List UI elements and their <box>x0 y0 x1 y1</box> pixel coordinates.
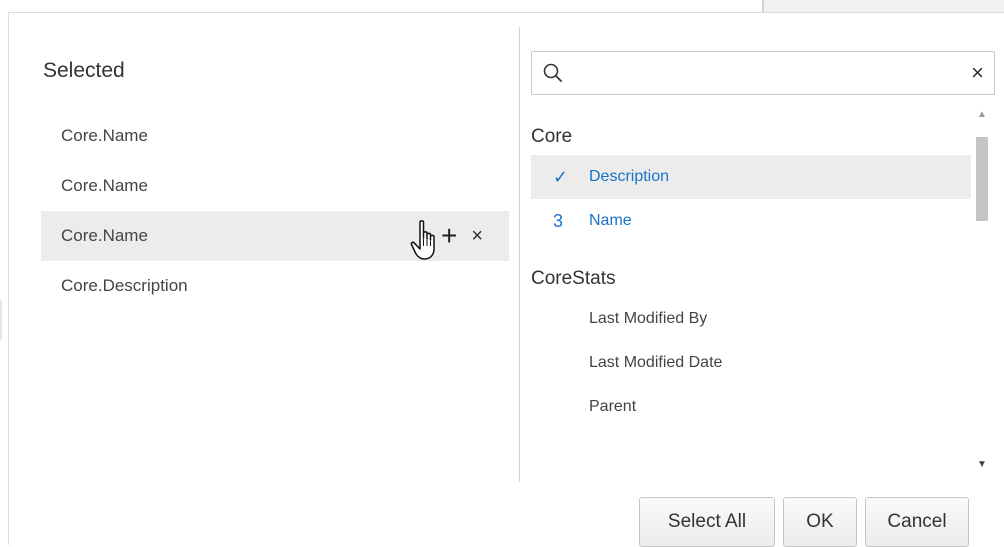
checkmark-icon: ✓ <box>553 167 569 187</box>
available-item[interactable]: ✓ Description <box>531 155 971 199</box>
selected-item-label: Core.Name <box>61 226 148 245</box>
scroll-thumb[interactable] <box>976 137 988 221</box>
available-item[interactable]: Last Modified Date <box>531 341 971 385</box>
scrollbar[interactable]: ▲ ▼ <box>973 109 991 479</box>
scroll-down-arrow-icon[interactable]: ▼ <box>977 459 987 470</box>
available-list: Core ✓ Description 3 Name CoreStats Last… <box>531 107 971 477</box>
selected-list: Core.Name Core.Name Core.Name + × Core.D… <box>41 111 509 311</box>
search-box: × <box>531 51 995 95</box>
remove-icon[interactable]: × <box>471 226 483 246</box>
clear-search-icon[interactable]: × <box>971 60 984 86</box>
selected-item-label: Core.Description <box>61 276 188 295</box>
selected-item-label: Core.Name <box>61 176 148 195</box>
selected-panel: Selected Core.Name Core.Name Core.Name +… <box>19 27 520 482</box>
group-header: CoreStats <box>531 268 616 289</box>
selected-item-actions: + × <box>441 211 483 261</box>
available-item[interactable]: 3 Name <box>531 199 971 243</box>
selected-item[interactable]: Core.Name <box>41 161 509 211</box>
available-item-label: Parent <box>589 398 637 415</box>
group-header: Core <box>531 126 573 147</box>
add-icon[interactable]: + <box>441 222 457 250</box>
dialog-footer: Select All OK Cancel <box>639 497 969 547</box>
available-item-label: Last Modified By <box>589 310 708 327</box>
count-badge: 3 <box>553 211 564 231</box>
available-item-label: Name <box>589 212 632 229</box>
column-selector-dialog: Selected Core.Name Core.Name Core.Name +… <box>8 12 1004 547</box>
selected-item[interactable]: Core.Name <box>41 111 509 161</box>
available-item[interactable]: Last Modified By <box>531 297 971 341</box>
background-edge <box>0 300 2 340</box>
cancel-button[interactable]: Cancel <box>865 497 969 547</box>
selected-item[interactable]: Core.Description <box>41 261 509 311</box>
available-item-label: Description <box>589 168 670 185</box>
available-panel: × Core ✓ Description 3 Name CoreStats La… <box>521 27 1001 482</box>
hand-cursor-icon <box>410 220 435 260</box>
available-item[interactable]: Parent <box>531 385 971 429</box>
select-all-button[interactable]: Select All <box>639 497 775 547</box>
ok-button[interactable]: OK <box>783 497 857 547</box>
selected-title: Selected <box>43 59 125 82</box>
search-icon <box>543 63 562 82</box>
search-input[interactable] <box>572 56 956 92</box>
scroll-up-arrow-icon[interactable]: ▲ <box>977 109 987 120</box>
selected-item-label: Core.Name <box>61 126 148 145</box>
available-item-label: Last Modified Date <box>589 354 723 371</box>
